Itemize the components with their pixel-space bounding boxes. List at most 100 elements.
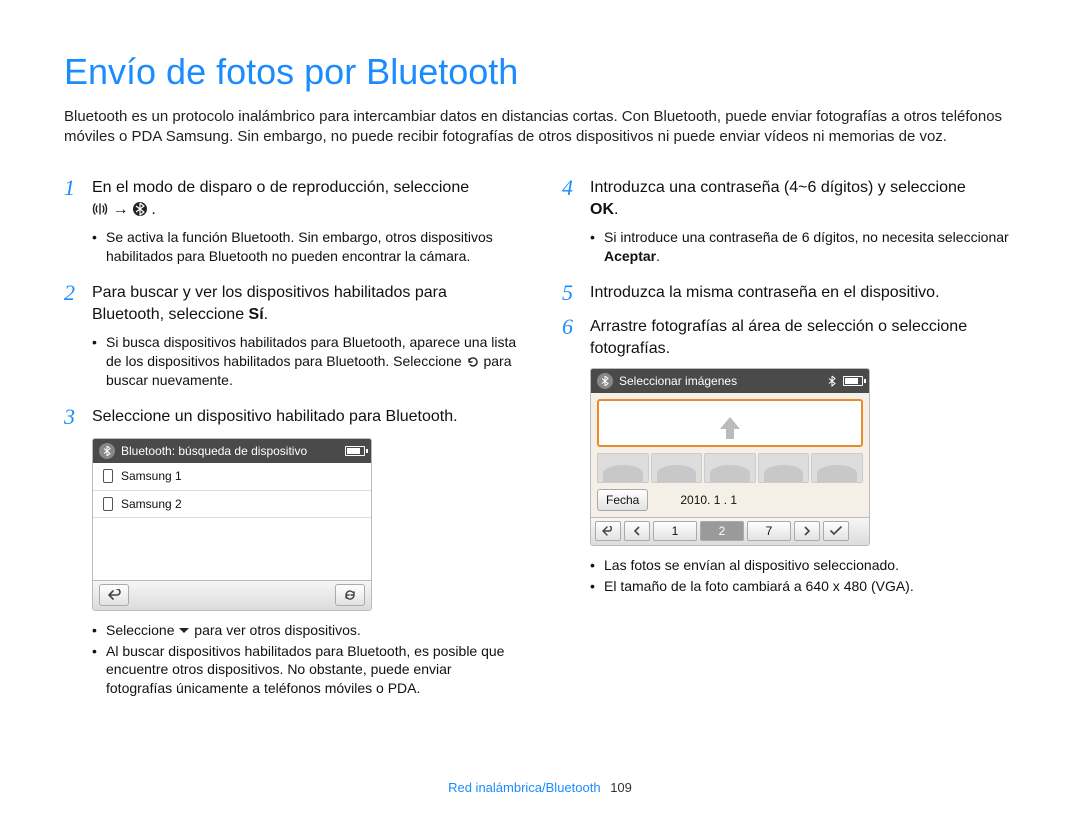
device-name: Samsung 2 — [121, 496, 182, 512]
step1-text-c: . — [151, 201, 155, 218]
step1-bullet-1: Se activa la función Bluetooth. Sin emba… — [92, 228, 518, 266]
phone-icon — [103, 469, 113, 483]
back-button[interactable] — [99, 584, 129, 606]
screen-bottombar — [93, 580, 371, 610]
step6-bullet-1: Las fotos se envían al dispositivo selec… — [590, 556, 1016, 575]
step-4: 4 Introduzca una contraseña (4~6 dígitos… — [562, 175, 1016, 220]
step-number: 1 — [64, 175, 92, 220]
step-text: Arrastre fotografías al área de selecció… — [590, 314, 1016, 359]
photo-thumbnail[interactable] — [704, 453, 756, 483]
step-text: Introduzca una contraseña (4~6 dígitos) … — [590, 175, 966, 220]
bluetooth-icon — [133, 201, 147, 217]
step-3: 3 Seleccione un dispositivo habilitado p… — [64, 404, 518, 430]
step4-bullet-1: Si introduce una contraseña de 6 dígitos… — [590, 228, 1016, 266]
date-row: Fecha 2010. 1 . 1 — [591, 483, 869, 517]
back-icon — [602, 526, 614, 536]
step2-text-a: Para buscar y ver los dispositivos habil… — [92, 284, 447, 323]
empty-space — [93, 518, 371, 580]
step4-text-b: . — [614, 201, 618, 218]
step-text: En el modo de disparo o de reproducción,… — [92, 175, 469, 220]
date-value: 2010. 1 . 1 — [680, 492, 737, 508]
pager-bar: 1 2 7 — [591, 517, 869, 545]
step3-bullets: Seleccione para ver otros dispositivos. … — [92, 621, 518, 699]
page-1[interactable]: 1 — [653, 521, 697, 541]
screen-topbar: Seleccionar imágenes — [591, 369, 869, 393]
page-footer: Red inalámbrica/Bluetooth 109 — [0, 779, 1080, 797]
step2-bullets: Si busca dispositivos habilitados para B… — [92, 333, 518, 390]
photo-thumbnail[interactable] — [758, 453, 810, 483]
battery-icon — [345, 446, 365, 456]
step-6: 6 Arrastre fotografías al área de selecc… — [562, 314, 1016, 359]
step1-text-a: En el modo de disparo o de reproducción,… — [92, 179, 469, 196]
step-number: 2 — [64, 280, 92, 325]
step-2: 2 Para buscar y ver los dispositivos hab… — [64, 280, 518, 325]
device-row[interactable]: Samsung 2 — [93, 491, 371, 518]
photo-thumbnail[interactable] — [651, 453, 703, 483]
refresh-icon — [343, 588, 357, 602]
bluetooth-status-icon — [99, 443, 115, 459]
step6-bullet-2: El tamaño de la foto cambiará a 640 x 48… — [590, 577, 1016, 596]
intro-text: Bluetooth es un protocolo inalámbrico pa… — [64, 107, 1016, 148]
columns: 1 En el modo de disparo o de reproducció… — [64, 175, 1016, 712]
page-2[interactable]: 2 — [700, 521, 744, 541]
step-1: 1 En el modo de disparo o de reproducció… — [64, 175, 518, 220]
next-button[interactable] — [794, 521, 820, 541]
step3-bullet-a-pre: Seleccione — [106, 622, 178, 638]
fecha-button[interactable]: Fecha — [597, 489, 648, 511]
battery-icon — [843, 376, 863, 386]
step4-bullet-a: Si introduce una contraseña de 6 dígitos… — [604, 229, 1009, 245]
step2-text-b: . — [264, 306, 268, 323]
device-row[interactable]: Samsung 1 — [93, 463, 371, 490]
page-7[interactable]: 7 — [747, 521, 791, 541]
step2-bullet-1: Si busca dispositivos habilitados para B… — [92, 333, 518, 390]
step6-bullets: Las fotos se envían al dispositivo selec… — [590, 556, 1016, 596]
screen-topbar: Bluetooth: búsqueda de dispositivo — [93, 439, 371, 463]
step4-bullet-b: . — [656, 248, 660, 264]
refresh-button[interactable] — [335, 584, 365, 606]
step-text: Para buscar y ver los dispositivos habil… — [92, 280, 518, 325]
confirm-button[interactable] — [823, 521, 849, 541]
antenna-icon — [92, 201, 108, 217]
step2-bold: Sí — [249, 306, 264, 323]
step-number: 4 — [562, 175, 590, 220]
step1-bullets: Se activa la función Bluetooth. Sin emba… — [92, 228, 518, 266]
bluetooth-status-icon — [597, 373, 613, 389]
device-name: Samsung 1 — [121, 468, 182, 484]
step-number: 5 — [562, 280, 590, 306]
step-5: 5 Introduzca la misma contraseña en el d… — [562, 280, 1016, 306]
step3-bullet-a-post: para ver otros dispositivos. — [194, 622, 361, 638]
phone-icon — [103, 497, 113, 511]
step2-bullet-a: Si busca dispositivos habilitados para B… — [106, 334, 516, 369]
left-column: 1 En el modo de disparo o de reproducció… — [64, 175, 518, 712]
select-images-screen: Seleccionar imágenes Fecha 2010. 1 . 1 — [590, 368, 870, 546]
step3-bullet-1: Seleccione para ver otros dispositivos. — [92, 621, 518, 640]
prev-button[interactable] — [624, 521, 650, 541]
page-title: Envío de fotos por Bluetooth — [64, 48, 1016, 97]
step4-bold: OK — [590, 201, 614, 218]
refresh-icon — [466, 355, 480, 369]
chevron-down-icon — [178, 626, 190, 636]
step3-bullet-2: Al buscar dispositivos habilitados para … — [92, 642, 518, 699]
screen-title: Seleccionar imágenes — [619, 373, 737, 389]
back-button[interactable] — [595, 521, 621, 541]
upload-arrow-icon — [720, 417, 740, 429]
step4-bullets: Si introduce una contraseña de 6 dígitos… — [590, 228, 1016, 266]
bluetooth-small-icon — [827, 375, 837, 387]
drop-area[interactable] — [597, 399, 863, 447]
photo-thumbnail[interactable] — [811, 453, 863, 483]
page-number: 109 — [610, 780, 632, 795]
step1-arrow: → — [112, 201, 132, 218]
footer-section: Red inalámbrica/Bluetooth — [448, 780, 600, 795]
step4-text-a: Introduzca una contraseña (4~6 dígitos) … — [590, 179, 966, 196]
step-number: 6 — [562, 314, 590, 359]
right-column: 4 Introduzca una contraseña (4~6 dígitos… — [562, 175, 1016, 712]
step4-bullet-bold: Aceptar — [604, 248, 656, 264]
photo-thumbnail[interactable] — [597, 453, 649, 483]
check-icon — [830, 526, 842, 536]
step-number: 3 — [64, 404, 92, 430]
bluetooth-search-screen: Bluetooth: búsqueda de dispositivo Samsu… — [92, 438, 372, 610]
thumbnail-strip — [591, 453, 869, 483]
chevron-right-icon — [803, 526, 811, 536]
step-text: Introduzca la misma contraseña en el dis… — [590, 280, 940, 306]
chevron-left-icon — [633, 526, 641, 536]
